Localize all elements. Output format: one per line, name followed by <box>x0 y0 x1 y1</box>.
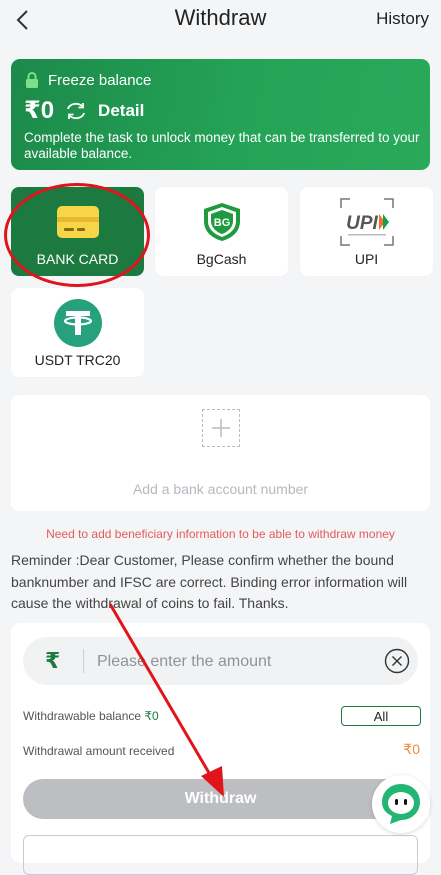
withdraw-form-card: ₹ Withdrawable balance ₹0 All Withdrawal… <box>11 623 430 875</box>
bank-card-icon <box>55 201 101 243</box>
freeze-balance-amount: ₹0 <box>24 97 55 124</box>
method-label: UPI <box>354 251 379 267</box>
freeze-balance-label: Freeze balance <box>48 71 152 89</box>
withdrawable-balance-value: ₹0 <box>144 709 159 723</box>
chat-mascot-icon <box>382 784 420 824</box>
method-bgcash[interactable]: BG BgCash <box>155 187 288 276</box>
freeze-balance-card: Freeze balance ₹0 Detail Complete the ta… <box>11 59 430 170</box>
withdrawable-balance-row: Withdrawable balance ₹0 <box>23 709 159 723</box>
amount-input-container: ₹ <box>23 637 418 685</box>
page-title: Withdraw <box>174 5 267 30</box>
method-usdt-trc20[interactable]: USDT TRC20 <box>11 288 144 377</box>
refresh-icon[interactable] <box>64 101 88 121</box>
amount-row: ₹0 Detail <box>24 96 144 125</box>
history-link[interactable]: History <box>376 9 429 29</box>
amount-input[interactable] <box>95 645 369 679</box>
rupee-icon: ₹ <box>45 648 61 673</box>
bgcash-logo-text: BG <box>213 217 230 229</box>
beneficiary-warning: Need to add beneficiary information to b… <box>46 527 395 541</box>
amount-received-label: Withdrawal amount received <box>23 744 175 758</box>
withdraw-button[interactable]: Withdraw <box>23 779 418 819</box>
method-label: BgCash <box>196 251 247 267</box>
method-label: USDT TRC20 <box>34 352 121 368</box>
reminder-text: Reminder :Dear Customer, Please confirm … <box>11 552 408 611</box>
add-icon <box>202 409 240 447</box>
method-bank-card[interactable]: BANK CARD <box>11 187 144 276</box>
input-divider <box>83 649 84 673</box>
withdrawable-balance-label: Withdrawable balance <box>23 709 142 723</box>
bgcash-logo-icon: BG <box>199 201 245 243</box>
method-upi[interactable]: UPI UPI <box>300 187 433 276</box>
clear-icon[interactable] <box>384 648 410 674</box>
upi-logo-icon: UPI <box>338 198 396 246</box>
upi-logo-text: UPI <box>346 213 378 234</box>
all-button[interactable]: All <box>341 706 421 726</box>
amount-received-value: ₹0 <box>403 741 420 757</box>
secondary-field[interactable] <box>23 835 418 875</box>
chat-support-button[interactable] <box>372 775 430 833</box>
method-label: BANK CARD <box>36 251 119 267</box>
freeze-balance-note: Complete the task to unlock money that c… <box>24 130 420 161</box>
tether-icon <box>53 299 102 347</box>
freeze-row: Freeze balance <box>24 71 151 89</box>
add-bank-account-button[interactable]: Add a bank account number <box>11 395 430 511</box>
header: Withdraw History <box>0 0 441 40</box>
lock-icon <box>26 72 38 88</box>
detail-link[interactable]: Detail <box>98 101 144 121</box>
add-bank-account-label: Add a bank account number <box>132 481 309 497</box>
